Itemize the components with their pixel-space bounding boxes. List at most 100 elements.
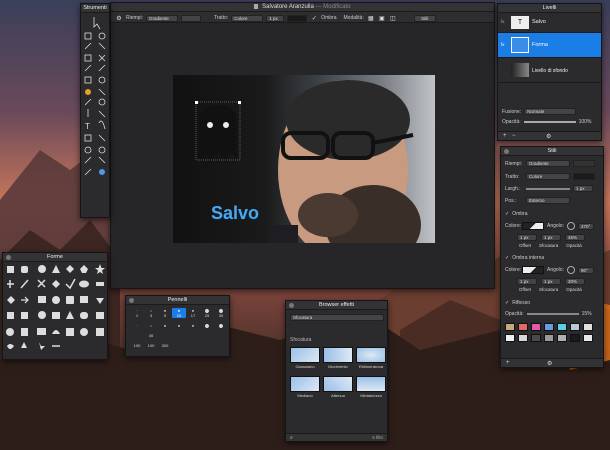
preset-swatch[interactable] [531, 334, 541, 342]
text-layer-salvo[interactable]: Salvo [211, 203, 259, 224]
preset-swatch[interactable] [544, 323, 554, 331]
styles-fill-select[interactable]: Gradiente [526, 160, 570, 167]
text-tool-icon: T [85, 122, 90, 131]
inner-opacity-value[interactable]: 20% [565, 278, 585, 285]
styles-fill-swatch[interactable] [573, 160, 595, 167]
preset-swatch[interactable] [583, 334, 593, 342]
stroke-select[interactable]: Colore [231, 14, 264, 22]
shadow-offset-value[interactable]: 1 px [517, 234, 537, 241]
preset-swatch[interactable] [570, 334, 580, 342]
brush-row2-1[interactable]: · [130, 323, 144, 328]
chat-shape-icon [80, 312, 88, 319]
shadow-checkbox[interactable]: ✓ [505, 211, 509, 217]
reflect-checkbox[interactable]: ✓ [505, 300, 509, 306]
blend-select[interactable]: Normale [524, 108, 577, 115]
reflect-opacity-slider[interactable] [526, 313, 579, 315]
shadow-angle-value[interactable]: 270° [577, 222, 594, 230]
styles-stroke-swatch[interactable] [573, 173, 595, 180]
close-icon[interactable] [504, 149, 509, 154]
styles-shadow-label: Ombra [512, 211, 528, 217]
brush-row2-7[interactable]: ⬤ [214, 323, 228, 328]
tools-panel: Strumenti T [80, 3, 110, 218]
brush-row2-6[interactable]: ⬤ [200, 323, 214, 328]
width-value[interactable]: 1 px [573, 185, 593, 192]
layer-row-background[interactable]: Livello di sfondo [498, 58, 601, 83]
mode-icon-1[interactable]: ▦ [367, 14, 375, 22]
preset-swatch[interactable] [505, 323, 515, 331]
brush-17[interactable]: ● 17 [186, 308, 200, 318]
preset-swatch[interactable] [518, 323, 528, 331]
shadow-color-swatch[interactable] [522, 222, 544, 230]
add-style-icon[interactable]: + [506, 360, 510, 366]
circle-shape-icon [38, 265, 46, 273]
opacity-slider[interactable] [523, 121, 576, 123]
layer-row-salvo[interactable]: fx T Salvo [498, 13, 601, 33]
close-icon[interactable] [6, 255, 11, 260]
brush-25[interactable]: ⬤ 25 [200, 308, 214, 318]
layer-row-forma[interactable]: fx Forma [498, 33, 601, 58]
search-icon[interactable]: ⌕ [290, 435, 293, 441]
brush-30[interactable]: ⬤ 30 [214, 308, 228, 318]
preset-swatch[interactable] [544, 334, 554, 342]
mode-icon-2[interactable]: ▣ [378, 14, 386, 22]
effects-category-select[interactable]: Sfocatura [290, 314, 384, 321]
effect-resize[interactable]: Ridimensiona [356, 347, 386, 369]
inner-angle-dial[interactable] [566, 266, 575, 274]
effect-soften[interactable]: Attenua [323, 376, 353, 398]
styles-position-select[interactable]: Esterno [526, 197, 570, 204]
gear-icon[interactable]: ⚙ [547, 360, 552, 367]
brush-1[interactable]: · 1 [130, 308, 144, 318]
window-title: Salvatore Aranzulla [262, 4, 314, 10]
title-bar: Salvatore Aranzulla — Modificato [111, 3, 494, 12]
shadow-blur-value[interactable]: 1 px [541, 234, 561, 241]
shadow-angle-dial[interactable] [566, 222, 575, 230]
close-icon[interactable] [129, 298, 134, 303]
stroke-width[interactable]: 1 px [266, 14, 285, 22]
stroke-swatch[interactable] [287, 14, 308, 22]
effect-motion[interactable]: Movimento [323, 347, 353, 369]
preset-swatch[interactable] [557, 323, 567, 331]
add-layer-icon[interactable]: + [503, 133, 507, 139]
brush-row2-2[interactable]: • [144, 323, 158, 328]
mode-icon-3[interactable]: ◫ [389, 14, 397, 22]
styles-stroke-select[interactable]: Colore [526, 173, 570, 180]
brush-row2-5[interactable]: ● [186, 323, 200, 328]
preset-swatch[interactable] [518, 334, 528, 342]
brush-3[interactable]: • 3 [144, 308, 158, 318]
styles-button[interactable]: Stili [413, 14, 436, 22]
fill-select[interactable]: Gradiente [145, 14, 178, 22]
preset-swatch[interactable] [531, 323, 541, 331]
brush-row2-3[interactable]: ● [158, 323, 172, 328]
reflect-opacity-label: Opacità: [505, 311, 524, 317]
inner-blur-value[interactable]: 1 px [541, 278, 561, 285]
remove-layer-icon[interactable]: − [512, 133, 516, 139]
effect-gaussian[interactable]: Gaussiano [290, 347, 320, 369]
inner-shadow-checkbox[interactable]: ✓ [505, 255, 509, 261]
gear-icon[interactable]: ⚙ [546, 133, 551, 140]
brush-10-selected[interactable]: ● 10 [172, 308, 186, 318]
preset-swatch[interactable] [557, 334, 567, 342]
slice-icon [98, 54, 106, 62]
effect-miniaturize[interactable]: Miniaturizza [356, 376, 386, 398]
width-slider[interactable] [526, 187, 570, 190]
fill-swatch[interactable] [180, 14, 201, 22]
brush-5[interactable]: ● 5 [158, 308, 172, 318]
close-icon[interactable] [289, 303, 294, 308]
canvas-image[interactable]: Salvo [173, 75, 435, 243]
gear-icon[interactable]: ⚙ [115, 14, 123, 22]
effect-thumb [356, 376, 386, 392]
preset-swatch[interactable] [570, 323, 580, 331]
inner-angle-value[interactable]: 90° [577, 266, 594, 274]
inner-offset-value[interactable]: 1 px [517, 278, 537, 285]
shadow-opacity-value[interactable]: 45% [565, 234, 585, 241]
shadow-checkbox-icon[interactable]: ✓ [310, 14, 318, 22]
styles-panel: Stili Riempi: Gradiente Tratto: Colore L… [500, 146, 604, 368]
phone-shape-icon [21, 328, 28, 336]
stroke-label: Tratto: [213, 15, 229, 21]
preset-swatch[interactable] [583, 323, 593, 331]
ghost-shape-icon[interactable] [195, 101, 241, 163]
preset-swatch[interactable] [505, 334, 515, 342]
inner-color-swatch[interactable] [522, 266, 544, 274]
effect-median[interactable]: Mediano [290, 376, 320, 398]
brush-row2-4[interactable]: ● [172, 323, 186, 328]
